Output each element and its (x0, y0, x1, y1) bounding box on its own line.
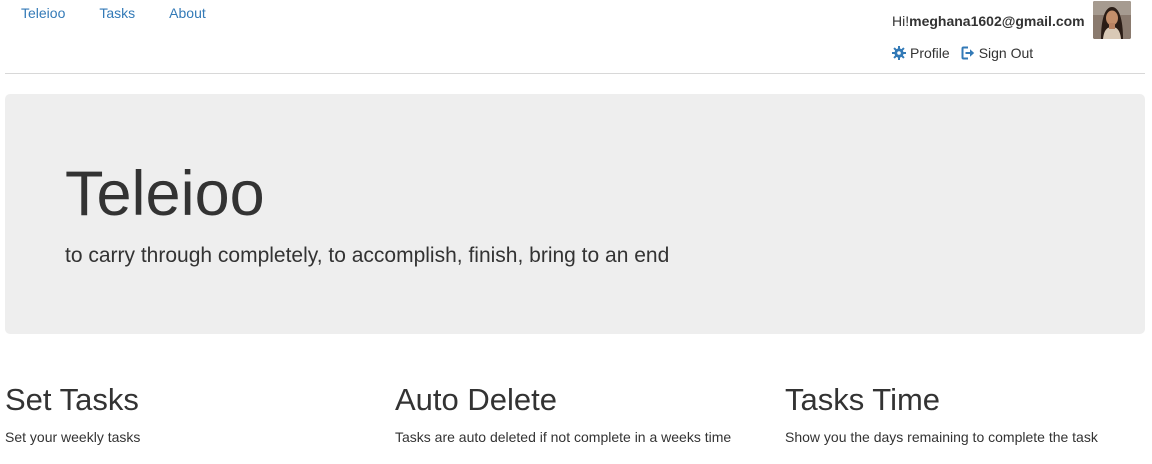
nav-link-tasks[interactable]: Tasks (99, 5, 135, 21)
feature-set-tasks: Set Tasks Set your weekly tasks (5, 382, 385, 446)
avatar-image (1093, 1, 1131, 39)
feature-tasks-time: Tasks Time Show you the days remaining t… (785, 382, 1152, 446)
feature-auto-delete: Auto Delete Tasks are auto deleted if no… (395, 382, 775, 446)
page: Teleioo Tasks About Hi!meghana1602@gmail… (0, 0, 1152, 464)
feature-title: Tasks Time (785, 382, 941, 417)
hero-title: Teleioo (65, 159, 265, 229)
feature-description: Tasks are auto deleted if not complete i… (395, 429, 732, 445)
user-email: meghana1602@gmail.com (909, 13, 1085, 29)
profile-button[interactable]: Profile (892, 45, 950, 61)
nav-divider (5, 73, 1145, 74)
user-greeting: Hi!meghana1602@gmail.com (892, 13, 1085, 29)
feature-description: Show you the days remaining to complete … (785, 429, 1098, 445)
sign-out-icon (961, 46, 975, 60)
nav-link-about[interactable]: About (169, 5, 206, 21)
nav-links: Teleioo Tasks About (21, 5, 240, 21)
sign-out-label: Sign Out (978, 45, 1034, 61)
user-actions: Profile Sign Out (892, 45, 1044, 61)
avatar[interactable] (1093, 1, 1131, 39)
gear-icon (892, 46, 906, 60)
greeting-text: Hi! (892, 13, 910, 29)
hero-subtitle: to carry through completely, to accompli… (65, 244, 670, 267)
feature-description: Set your weekly tasks (5, 429, 141, 445)
feature-title: Auto Delete (395, 382, 557, 417)
hero-jumbotron: Teleioo to carry through completely, to … (5, 94, 1145, 334)
sign-out-button[interactable]: Sign Out (961, 45, 1033, 61)
nav-link-teleioo[interactable]: Teleioo (21, 5, 65, 21)
feature-title: Set Tasks (5, 382, 139, 417)
top-navbar: Teleioo Tasks About Hi!meghana1602@gmail… (0, 0, 1152, 74)
profile-label: Profile (910, 45, 950, 61)
